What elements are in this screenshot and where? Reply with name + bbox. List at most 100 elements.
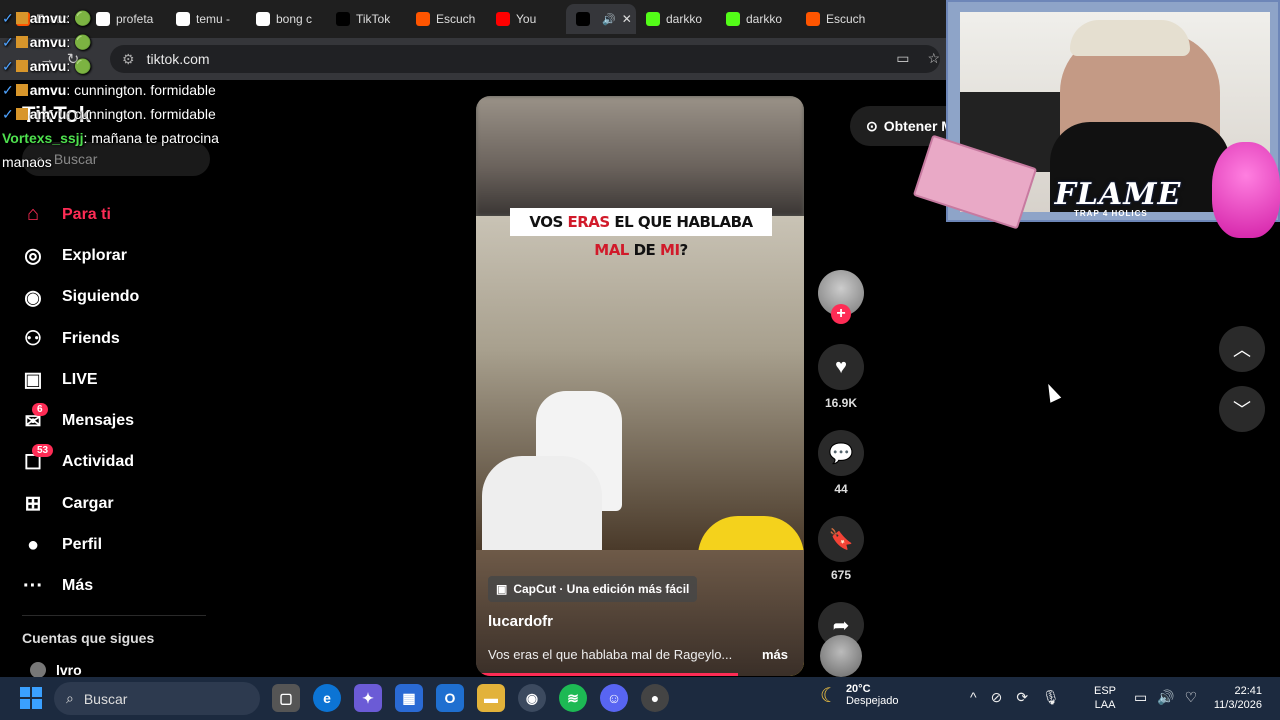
system-clock[interactable]: 22:41 11/3/2026 [1206,684,1262,712]
like-button[interactable]: ♥ [818,344,864,390]
follow-plus-icon[interactable]: + [831,304,851,324]
chat-username: amvu [29,34,67,50]
chat-username: amvu [29,106,67,122]
chat-username: Vortexs_ssjj [2,130,84,146]
spotify-icon[interactable]: ≋ [559,684,587,712]
microphone-icon[interactable]: 🎙 [1042,689,1060,706]
chat-message: ✓ amvu: cunnington. formidable [2,106,216,122]
weather-desc: Despejado [845,695,899,707]
notification-badge: 53 [32,444,54,458]
file-explorer-icon[interactable]: ▬ [477,684,505,712]
following-account[interactable]: lvro [30,662,82,677]
install-app-icon[interactable]: ▭ [896,50,909,67]
chat-username: amvu [29,58,67,74]
chat-text: manaos [2,154,52,170]
tab-label: darkko [666,12,703,26]
video-author[interactable]: lucardofr [488,613,553,630]
sidebar-item-friends[interactable]: ⚇ Friends [18,318,218,359]
chat-message: ✓ amvu: 🟢 [2,34,92,50]
chat-text: mañana te patrocina [91,130,219,146]
weather-widget[interactable]: ☾ 20°C Despejado [820,683,899,708]
verified-icon: ✓ [2,34,14,50]
chat-text: 🟢 [74,58,92,74]
chevron-up-icon[interactable]: ^ [970,689,977,706]
task-view-icon[interactable]: ▢ [272,684,300,712]
sidebar-item-siguiendo[interactable]: ◉ Siguiendo [18,277,218,318]
tray-icons: ▭ 🔊 ♡ [1134,689,1197,706]
display-icon[interactable]: ▭ [1134,689,1147,706]
close-icon[interactable]: ✕ [622,12,632,26]
network-off-icon[interactable]: ⊘ [991,689,1003,706]
caption-part: MI [660,241,680,259]
kick-icon [726,12,740,26]
sidebar-item-para-ti[interactable]: ⌂ Para ti [18,194,218,235]
capcut-tag[interactable]: ▣ CapCut · Una edición más fácil [488,576,698,602]
share-icon: ➦ [832,614,850,637]
following-title: Cuentas que sigues [22,630,155,646]
sidebar-item-mensajes[interactable]: ✉ 6 Mensajes [18,400,218,441]
video-player[interactable]: VOS ERAS EL QUE HABLABA MAL DE MI? ▣ Cap… [476,96,804,676]
save-button[interactable]: 🔖 [818,516,864,562]
language-indicator[interactable]: ESP LAA [1094,684,1116,712]
copilot-icon[interactable]: ✦ [354,684,382,712]
friends-icon: ⚇ [24,328,42,351]
lang-bottom: LAA [1094,699,1116,711]
chrome-icon[interactable]: ◉ [518,684,546,712]
comment-button[interactable]: 💬 [818,430,864,476]
messages-icon: ✉ 6 [18,403,48,433]
chat-badge-icon [15,84,28,96]
browser-tab[interactable]: 🔊 ✕ [566,4,636,34]
moon-icon: ☾ [820,685,838,707]
tab-label: TikTok [356,12,391,26]
sidebar-item-actividad[interactable]: ☐ 53 Actividad [18,442,218,483]
capcut-icon: ▣ [496,582,508,596]
comment-icon: 💬 [828,442,854,465]
next-video-button[interactable]: ﹀ [1219,386,1265,432]
creator-avatar[interactable]: + [818,270,864,324]
verified-icon: ✓ [2,106,14,122]
flame-subtitle: TRAP 4 HOLICS [1074,209,1148,218]
obs-icon[interactable]: ● [641,684,669,712]
browser-tab[interactable]: darkko [636,4,716,34]
outlook-icon[interactable]: O [436,684,464,712]
chat-text: cunnington. formidable [74,82,216,98]
sidebar-item-perfil[interactable]: ● Perfil [18,524,218,565]
video-caption-banner: VOS ERAS EL QUE HABLABA MAL DE MI? [510,208,772,259]
previous-video-button[interactable]: ︿ [1219,326,1265,372]
start-button[interactable] [20,687,42,709]
kick-icon [646,12,660,26]
chat-text: cunnington. formidable [74,106,216,122]
caption-part: MAL [594,241,629,259]
browser-tab[interactable]: Escuch [406,4,486,34]
sidebar-item-live[interactable]: ▣ LIVE [18,359,218,400]
chat-message: ✓ amvu: 🟢 [2,10,92,26]
browser-tab[interactable]: TikTok [326,4,406,34]
taskbar-search[interactable]: ⌕ Buscar [54,682,260,715]
stream-chat-overlay: ✓ amvu: 🟢 ✓ amvu: 🟢 ✓ amvu: 🟢 ✓ amvu: cunningto… [2,6,302,174]
sync-icon[interactable]: ⟳ [1016,689,1028,706]
sidebar-item-explorar[interactable]: ◎ Explorar [18,235,218,276]
browser-tab[interactable]: You [486,4,566,34]
tab-audio-icon[interactable]: 🔊 [602,13,616,26]
browser-tab[interactable]: darkko [716,4,796,34]
video-progress-bar[interactable] [476,673,739,676]
description-more-link[interactable]: más [762,647,788,662]
chat-username: amvu [29,10,67,26]
store-icon[interactable]: ▦ [395,684,423,712]
sound-avatar[interactable] [820,635,862,677]
bookmark-star-icon[interactable]: ☆ [927,50,940,67]
edge-icon[interactable]: e [313,684,341,712]
chevron-up-icon: ︿ [1233,340,1251,360]
sidebar-nav: ⌂ Para ti ◎ Explorar ◉ Siguiendo ⚇ Friends ▣ LIVE… [18,194,218,607]
system-tray: ^ ⊘ ⟳ 🎙 [970,689,1060,706]
clock-date: 11/3/2026 [1213,699,1262,711]
sidebar-item-más[interactable]: ··· Más [18,566,218,607]
tab-label: darkko [746,12,783,26]
notification-icon[interactable]: ♡ [1185,689,1198,706]
browser-tab[interactable]: Escuch [796,4,876,34]
discord-icon[interactable]: ☺ [600,684,628,712]
weather-temp: 20°C [845,683,871,695]
volume-icon[interactable]: 🔊 [1157,689,1174,706]
sidebar-item-cargar[interactable]: ⊞ Cargar [18,483,218,524]
chat-badge-icon [15,60,28,72]
